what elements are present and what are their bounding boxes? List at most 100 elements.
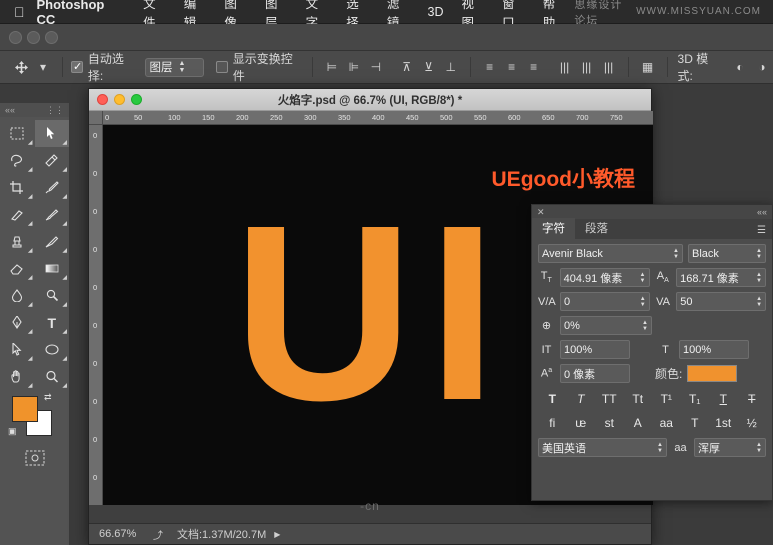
marquee-tool[interactable]: ◢: [0, 120, 35, 147]
close-icon[interactable]: ✕: [537, 207, 545, 218]
scale-extra-field[interactable]: 0% ▲ ▼: [560, 316, 652, 335]
tracking-field[interactable]: 50 ▲ ▼: [676, 292, 767, 311]
hand-tool[interactable]: ◢: [0, 363, 35, 390]
magic-wand-tool[interactable]: ◢: [35, 147, 70, 174]
ruler-corner[interactable]: [89, 111, 103, 125]
horizontal-scale-field[interactable]: 100%: [679, 340, 749, 359]
3d-roll-icon[interactable]: ◑: [751, 56, 773, 78]
stylistic-alternates-button[interactable]: aa: [652, 412, 681, 434]
strikethrough-button[interactable]: T: [737, 388, 766, 410]
font-family-select[interactable]: Avenir Black ▲ ▼: [538, 244, 683, 263]
align-vertical-centers-icon[interactable]: ⊻: [418, 56, 440, 78]
3d-orbit-icon[interactable]: ◐: [729, 56, 751, 78]
contextual-alternates-button[interactable]: T: [680, 412, 709, 434]
ordinals-button[interactable]: 1st: [709, 412, 738, 434]
share-icon[interactable]: ⤴: [143, 527, 173, 542]
play-icon[interactable]: ▶: [274, 530, 280, 539]
path-selection-tool[interactable]: ◢: [0, 336, 35, 363]
swap-colors-icon[interactable]: ⇄: [44, 392, 52, 403]
auto-align-layers-icon[interactable]: ▦: [637, 56, 659, 78]
align-right-edges-icon[interactable]: ⊣: [365, 56, 387, 78]
zoom-level[interactable]: 66.67%: [89, 528, 143, 540]
gradient-tool[interactable]: ◢: [35, 255, 70, 282]
language-value: 美国英语: [542, 442, 586, 455]
collapse-icon[interactable]: ««: [757, 207, 767, 217]
distribute-top-edges-icon[interactable]: ≡: [479, 56, 501, 78]
auto-select-checkbox[interactable]: 自动选择:: [70, 50, 139, 84]
move-tool-icon[interactable]: [10, 56, 32, 78]
swash-button[interactable]: st: [595, 412, 624, 434]
brush-tool[interactable]: ◢: [35, 201, 70, 228]
window-minimize-dot[interactable]: [27, 30, 40, 44]
font-size-value: 404.91 像素: [563, 272, 623, 285]
distribute-horizontal-centers-icon[interactable]: |||: [576, 56, 598, 78]
blur-tool[interactable]: ◢: [0, 282, 35, 309]
faux-italic-button[interactable]: T: [566, 388, 595, 410]
text-color-swatch[interactable]: [687, 365, 738, 382]
move-tool[interactable]: ◢: [34, 120, 69, 147]
apple-icon[interactable]: : [0, 5, 37, 19]
font-size-field[interactable]: 404.91 像素 ▲ ▼: [559, 268, 650, 287]
font-family-value: Avenir Black: [542, 247, 603, 260]
titling-alternates-button[interactable]: A: [623, 412, 652, 434]
small-caps-button[interactable]: Tt: [623, 388, 652, 410]
lasso-tool[interactable]: ◢: [0, 147, 35, 174]
ruler-tick: 550: [474, 113, 487, 122]
pen-tool[interactable]: ◢: [0, 309, 35, 336]
subscript-button[interactable]: T₁: [680, 388, 709, 410]
anti-alias-select[interactable]: 浑厚 ▲ ▼: [694, 438, 766, 457]
vertical-scale-field[interactable]: 100%: [560, 340, 630, 359]
align-horizontal-centers-icon[interactable]: ⊫: [343, 56, 365, 78]
document-title-bar[interactable]: 火焰字.psd @ 66.7% (UI, RGB/8*) *: [89, 89, 651, 111]
canvas-ui-text-layer[interactable]: UI: [233, 188, 511, 438]
underline-button[interactable]: T: [709, 388, 738, 410]
move-tool-dropdown[interactable]: ▾: [32, 56, 54, 78]
align-top-edges-icon[interactable]: ⊼: [396, 56, 418, 78]
leading-field[interactable]: 168.71 像素 ▲ ▼: [676, 268, 766, 287]
menu-item-3d[interactable]: 3D: [419, 5, 453, 19]
font-style-select[interactable]: Black ▲ ▼: [688, 244, 766, 263]
window-close-dot[interactable]: [9, 30, 22, 44]
distribute-bottom-edges-icon[interactable]: ≡: [523, 56, 545, 78]
healing-brush-tool[interactable]: ◢: [0, 201, 35, 228]
quick-mask-toggle[interactable]: [0, 446, 69, 466]
window-controls[interactable]: [0, 30, 68, 44]
clone-stamp-tool[interactable]: ◢: [0, 228, 35, 255]
ellipse-shape-tool[interactable]: ◢: [35, 336, 70, 363]
align-left-edges-icon[interactable]: ⊨: [321, 56, 343, 78]
foreground-color-swatch[interactable]: [12, 396, 38, 422]
all-caps-button[interactable]: TT: [595, 388, 624, 410]
dodge-tool[interactable]: ◢: [35, 282, 70, 309]
collapse-icon[interactable]: ««: [5, 105, 15, 115]
tab-paragraph[interactable]: 段落: [575, 218, 618, 239]
distribute-left-edges-icon[interactable]: |||: [554, 56, 576, 78]
kerning-field[interactable]: 0 ▲ ▼: [560, 292, 650, 311]
distribute-right-edges-icon[interactable]: |||: [598, 56, 620, 78]
default-colors-icon[interactable]: ▣: [8, 426, 17, 437]
eyedropper-tool[interactable]: ◢: [35, 174, 70, 201]
eraser-tool[interactable]: ◢: [0, 255, 35, 282]
character-panel-footer: 美国英语 ▲ ▼ aa 浑厚 ▲ ▼: [532, 434, 772, 461]
panel-grip-icon: ⋮⋮: [46, 104, 64, 115]
zoom-tool[interactable]: ◢: [35, 363, 70, 390]
panel-menu-icon[interactable]: ☰: [757, 225, 772, 239]
tab-character[interactable]: 字符: [532, 218, 575, 239]
show-transform-controls-checkbox[interactable]: 显示变换控件: [215, 50, 304, 84]
auto-select-scope-select[interactable]: 图层 ▲ ▼: [144, 57, 204, 77]
checkbox-icon[interactable]: [215, 61, 228, 73]
distribute-vertical-centers-icon[interactable]: ≡: [501, 56, 523, 78]
ruler-tick: 0: [93, 207, 98, 216]
window-zoom-dot[interactable]: [45, 30, 58, 44]
crop-tool[interactable]: ◢: [0, 174, 35, 201]
baseline-shift-field[interactable]: 0 像素: [560, 364, 630, 383]
discretionary-ligatures-button[interactable]: ᵫ: [566, 412, 595, 434]
history-brush-tool[interactable]: ◢: [35, 228, 70, 255]
checkbox-icon[interactable]: [70, 60, 83, 73]
standard-ligatures-button[interactable]: fi: [538, 412, 567, 434]
align-bottom-edges-icon[interactable]: ⊥: [440, 56, 462, 78]
faux-bold-button[interactable]: T: [538, 388, 567, 410]
type-tool[interactable]: T ◢: [35, 309, 70, 336]
superscript-button[interactable]: T¹: [652, 388, 681, 410]
language-select[interactable]: 美国英语 ▲ ▼: [538, 438, 667, 457]
fractions-button[interactable]: ½: [737, 412, 766, 434]
